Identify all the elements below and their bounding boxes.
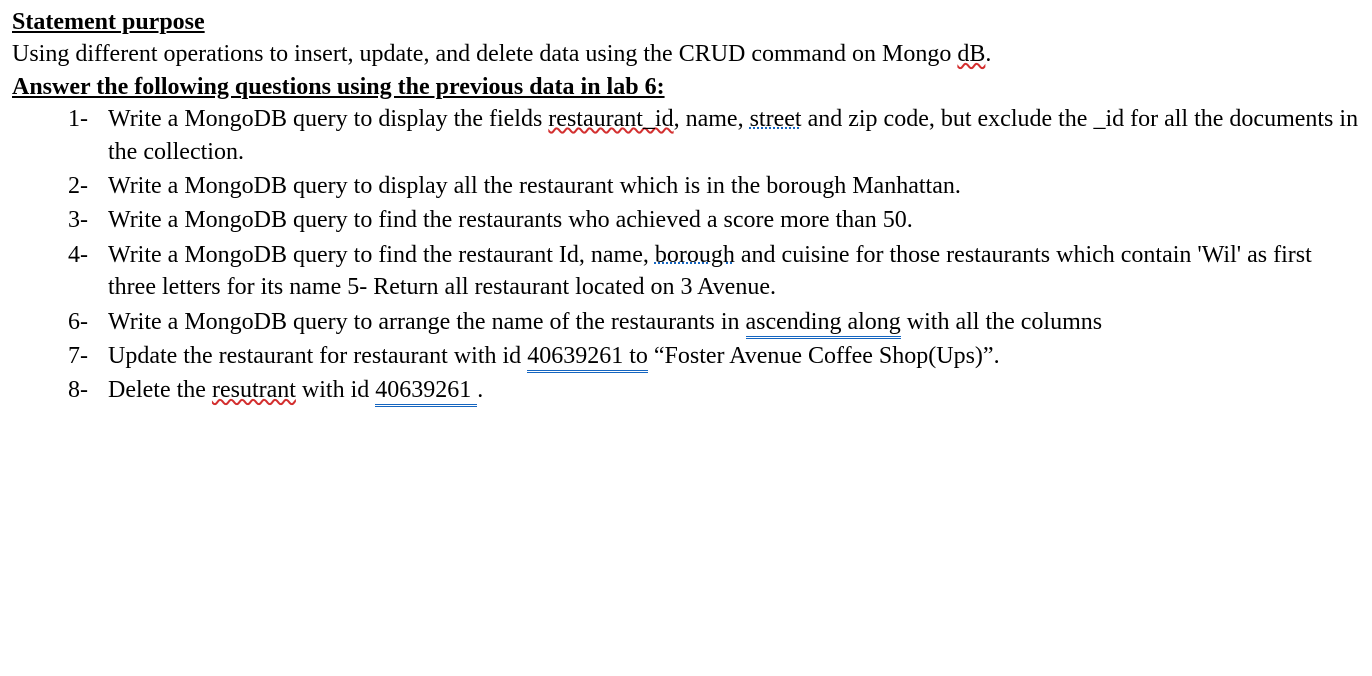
question-1: 1- Write a MongoDB query to display the …	[68, 103, 1360, 168]
q1-text-c: , name,	[674, 106, 750, 132]
intro-spell-db: dB	[957, 41, 985, 67]
intro-paragraph: Using different operations to insert, up…	[12, 38, 1360, 70]
q7-id-to: 40639261 to	[527, 343, 648, 373]
q4-borough: borough	[655, 242, 735, 268]
item-number: 2-	[68, 170, 88, 202]
item-number: 8-	[68, 374, 88, 406]
q7-text-c: “Foster Avenue Coffee Shop(Ups)”.	[648, 343, 1000, 369]
item-number: 1-	[68, 103, 88, 135]
question-6: 6- Write a MongoDB query to arrange the …	[68, 306, 1360, 338]
heading-answer-questions: Answer the following questions using the…	[12, 71, 1360, 103]
q1-text-a: Write a MongoDB query to display the fie…	[108, 106, 548, 132]
q1-street: street	[750, 106, 802, 132]
intro-text-1: Using different operations to insert, up…	[12, 41, 957, 67]
q6-text-a: Write a MongoDB query to arrange the nam…	[108, 309, 746, 335]
intro-text-3: .	[985, 41, 991, 67]
item-number: 6-	[68, 306, 88, 338]
q8-resutrant: resutrant	[212, 377, 296, 403]
item-number: 7-	[68, 340, 88, 372]
question-list: 1- Write a MongoDB query to display the …	[12, 103, 1360, 407]
q2-text: Write a MongoDB query to display all the…	[108, 173, 961, 199]
q1-restaurant-id: restaurant_id	[548, 106, 673, 132]
item-number: 4-	[68, 239, 88, 271]
q8-text-e: .	[477, 377, 483, 403]
question-7: 7- Update the restaurant for restaurant …	[68, 340, 1360, 372]
question-8: 8- Delete the resutrant with id 40639261…	[68, 374, 1360, 406]
q7-text-a: Update the restaurant for restaurant wit…	[108, 343, 527, 369]
q8-text-c: with id	[296, 377, 375, 403]
question-4: 4- Write a MongoDB query to find the res…	[68, 239, 1360, 304]
q8-id: 40639261	[375, 377, 477, 407]
question-3: 3- Write a MongoDB query to find the res…	[68, 204, 1360, 236]
q6-text-c: with all the columns	[901, 309, 1102, 335]
heading-statement-purpose: Statement purpose	[12, 6, 1360, 38]
question-2: 2- Write a MongoDB query to display all …	[68, 170, 1360, 202]
q6-ascending-along: ascending along	[746, 309, 901, 339]
q8-text-a: Delete the	[108, 377, 212, 403]
q3-text: Write a MongoDB query to find the restau…	[108, 207, 913, 233]
q4-text-a: Write a MongoDB query to find the restau…	[108, 242, 655, 268]
item-number: 3-	[68, 204, 88, 236]
